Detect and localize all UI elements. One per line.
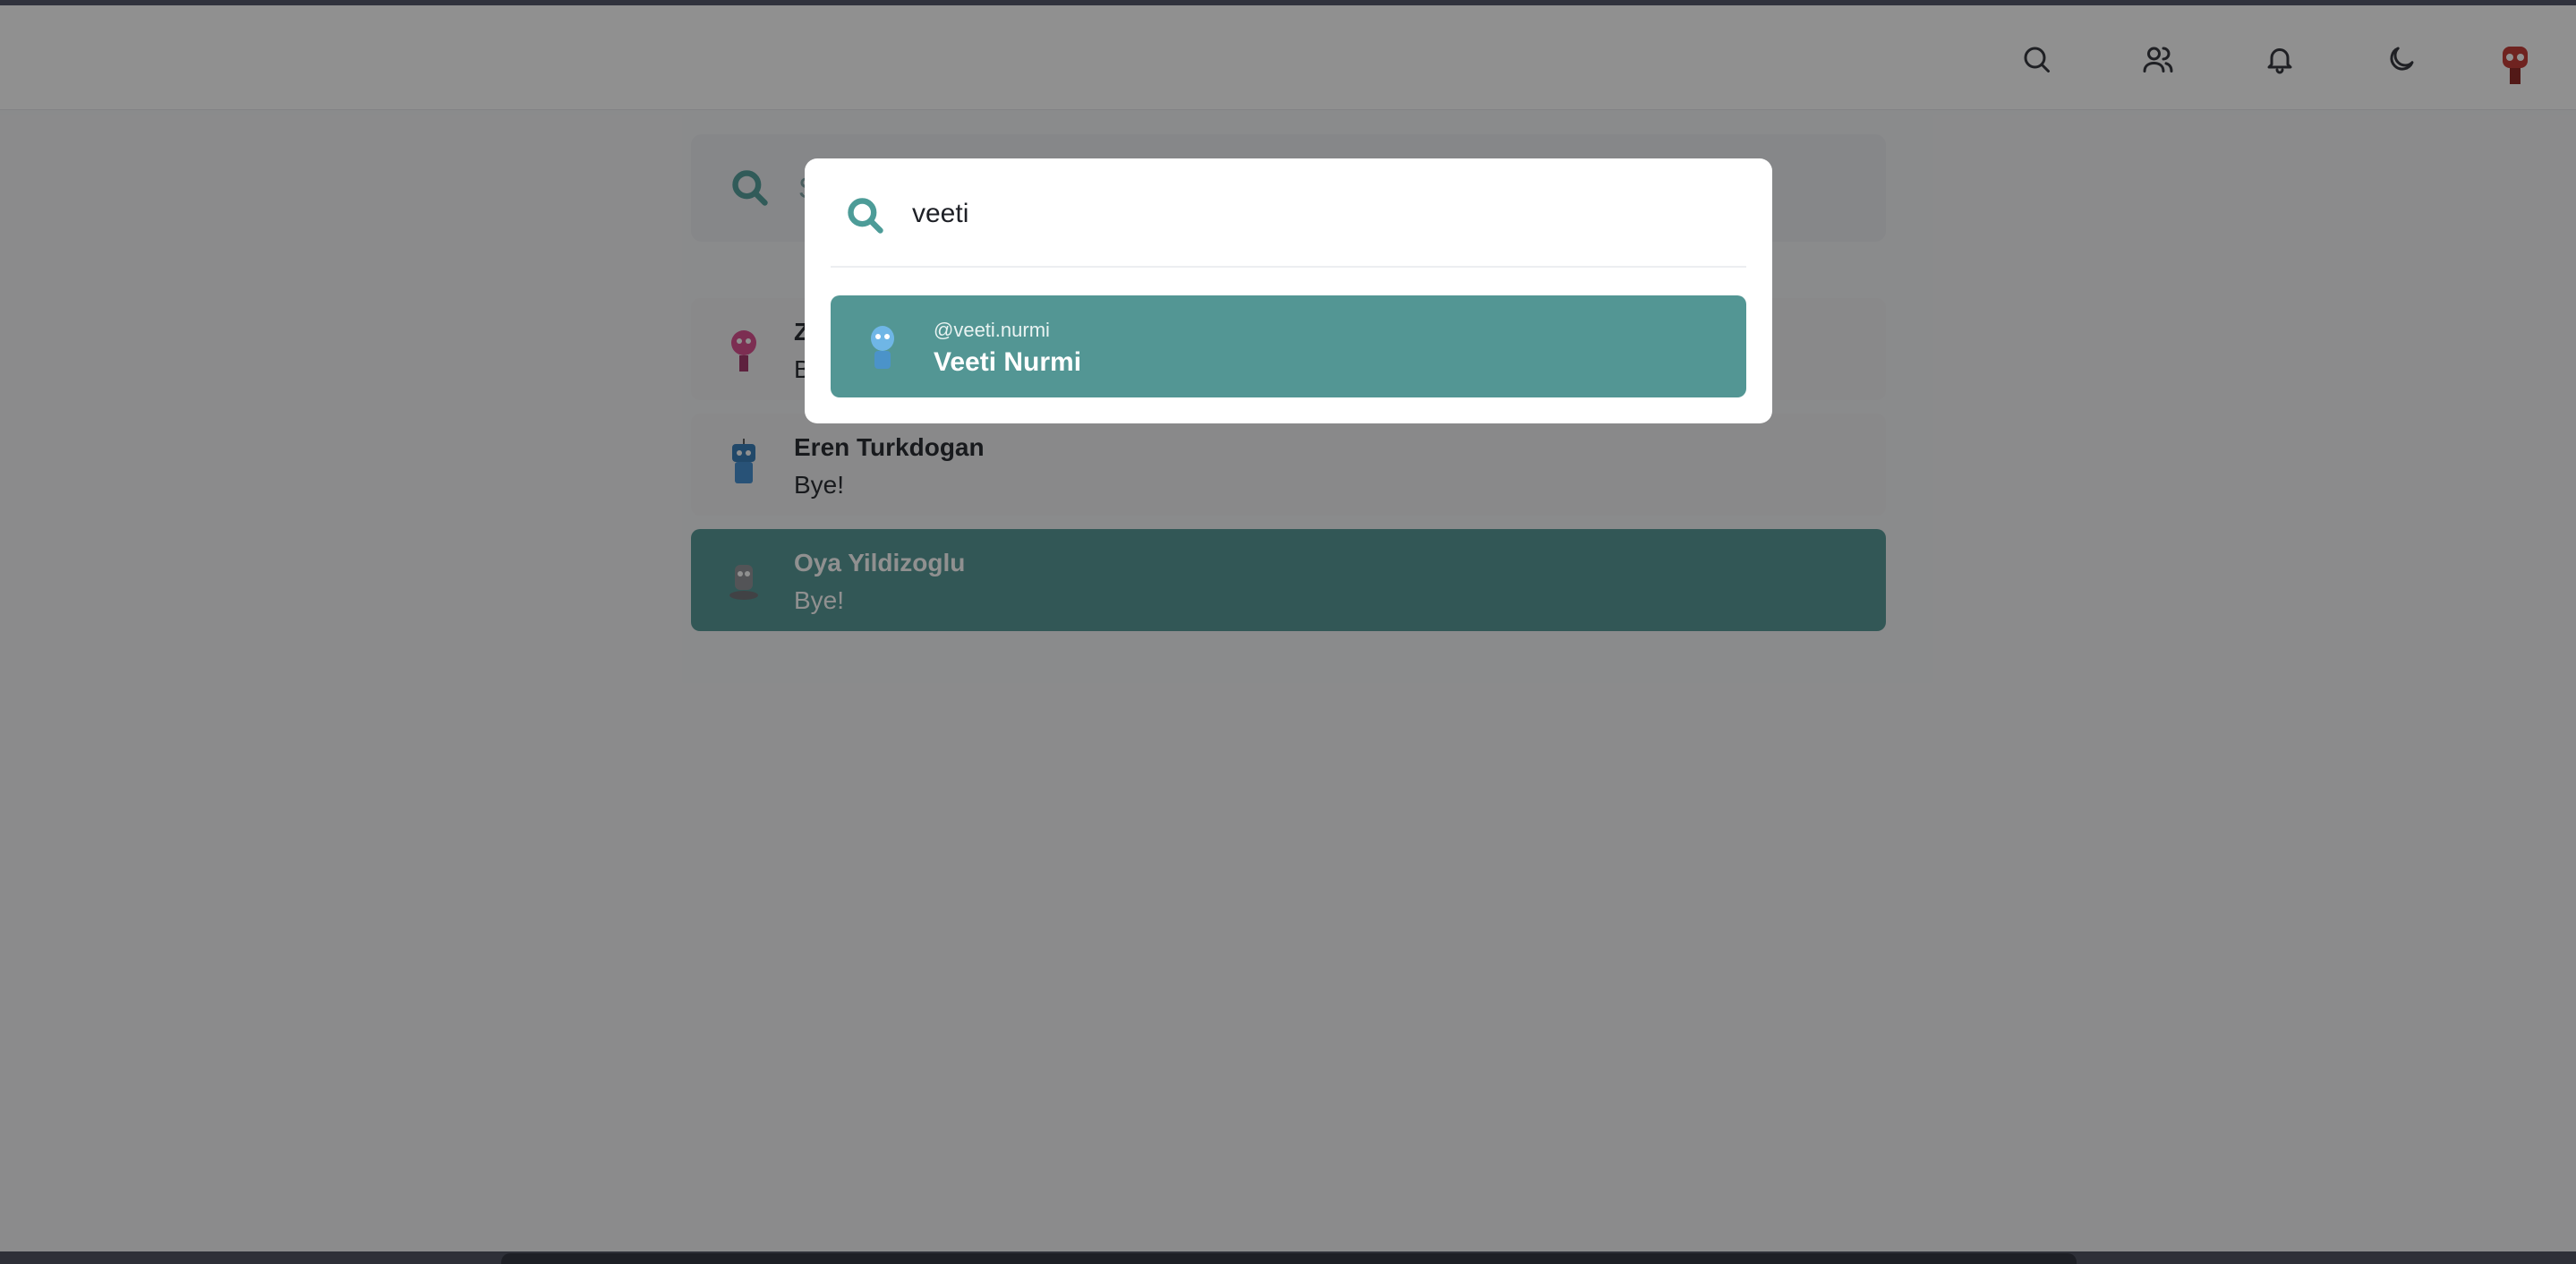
dock-shadow [501,1253,2077,1264]
user-search-input[interactable] [912,194,1718,234]
result-name: Veeti Nurmi [934,347,1082,377]
result-avatar [871,326,894,369]
search-icon [846,196,885,240]
bottom-edge [0,1251,2576,1264]
result-handle: @veeti.nurmi [934,319,1050,341]
user-search-modal: @veeti.nurmi Veeti Nurmi [805,158,1772,423]
search-result-item[interactable]: @veeti.nurmi Veeti Nurmi [831,295,1746,397]
divider [831,266,1746,268]
